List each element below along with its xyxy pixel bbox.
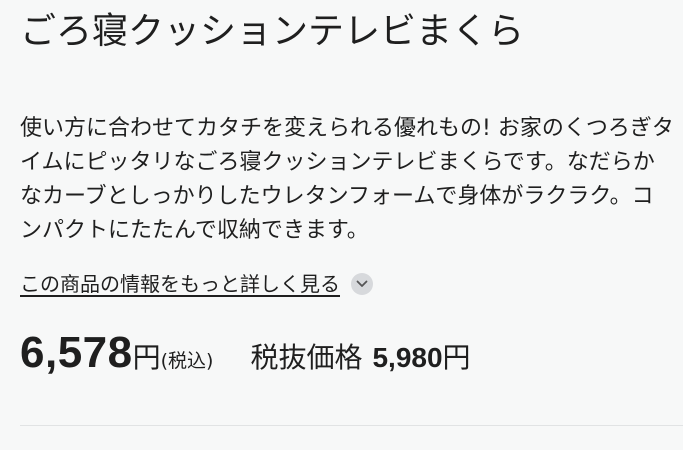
more-info-toggle[interactable]: この商品の情報をもっと詳しく見る — [20, 269, 373, 299]
product-title: ごろ寝クッションテレビまくら — [20, 11, 525, 52]
description-line: ンパクトにたたんで収納できます。 — [20, 218, 369, 243]
tax-excluded-amount: 5,980 — [372, 342, 443, 373]
description-line: イムにピッタリなごろ寝クッションテレビまくらです。なだらか — [20, 150, 655, 175]
description-line: なカーブとしっかりしたウレタンフォームで身体がラクラク。コ — [20, 184, 654, 209]
description-line: 使い方に合わせてカタチを変えられる優れもの! お家のくつろぎタ — [20, 116, 674, 141]
price-section: 6,578 円 (税込) 税抜価格 5,980 円 — [20, 328, 471, 378]
section-divider — [20, 425, 683, 426]
tax-excluded-currency: 円 — [442, 341, 471, 374]
price-tax-note: (税込) — [160, 350, 214, 372]
price-amount: 6,578 — [20, 328, 133, 377]
price-currency: 円 — [132, 341, 161, 374]
more-info-link[interactable]: この商品の情報をもっと詳しく見る — [20, 269, 340, 299]
tax-excluded-label: 税抜価格 — [250, 341, 363, 374]
chevron-down-icon[interactable] — [351, 273, 373, 295]
product-description: 使い方に合わせてカタチを変えられる優れもの! お家のくつろぎタ イムにピッタリな… — [20, 112, 683, 248]
